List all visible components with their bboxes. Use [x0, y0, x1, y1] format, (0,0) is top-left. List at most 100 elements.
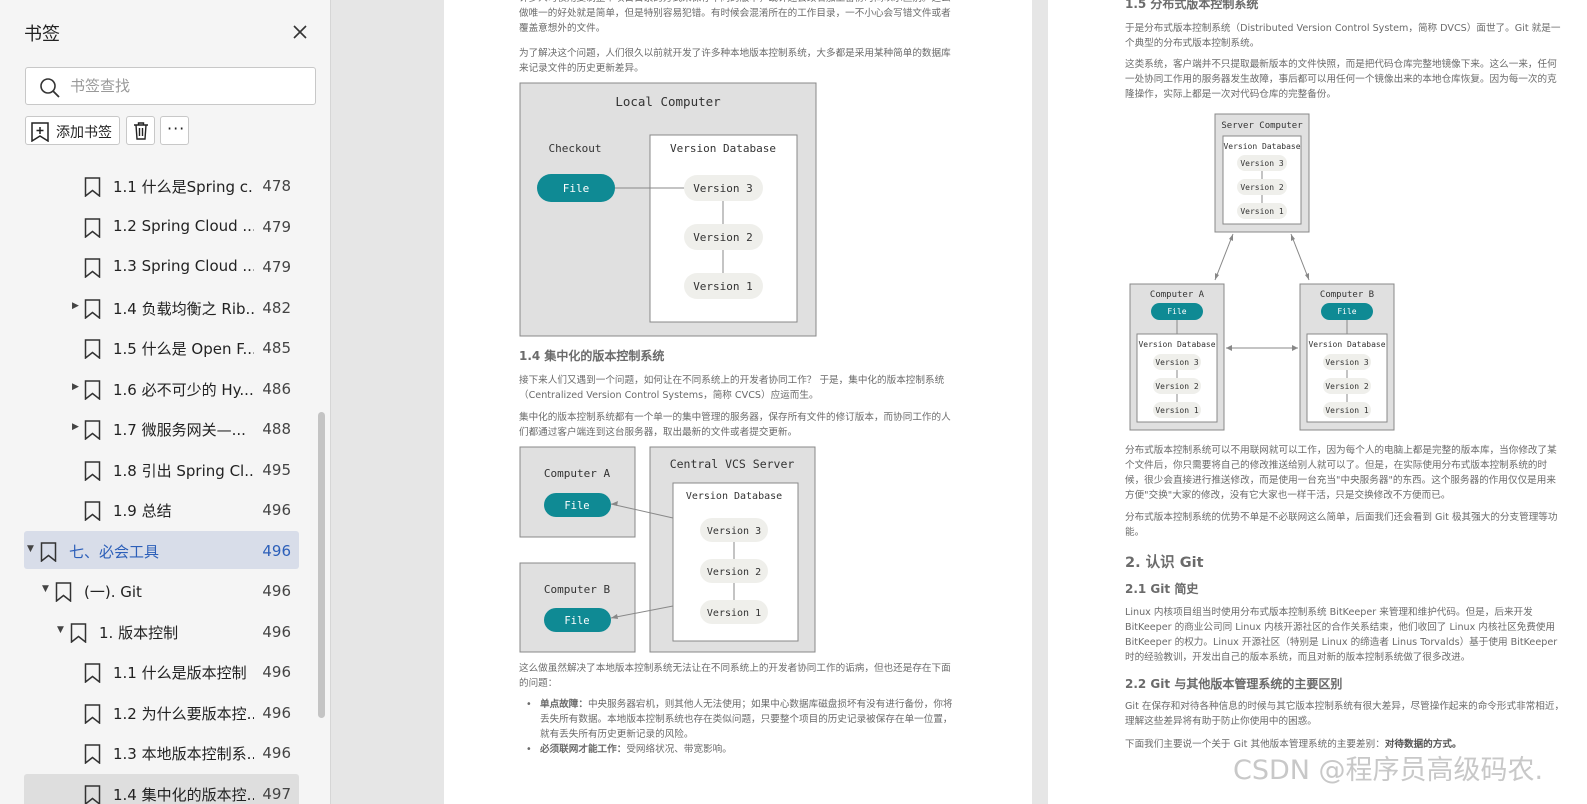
bookmark-item[interactable]: 1.2 为什么要版本控... 496: [24, 693, 299, 731]
server-label: Central VCS Server: [670, 457, 795, 471]
bookmark-icon: [55, 582, 72, 602]
server-label: Server Computer: [1221, 121, 1303, 131]
bookmark-icon: [84, 663, 101, 683]
bookmark-icon: [40, 542, 57, 562]
bookmark-label: (一). Git: [84, 583, 142, 601]
bookmark-page-number: 482: [262, 299, 291, 317]
svg-text:Version Database: Version Database: [1308, 340, 1385, 349]
bookmark-icon: [84, 218, 101, 238]
svg-text:File: File: [1337, 307, 1356, 316]
add-bookmark-label: 添加书签: [56, 125, 112, 141]
bookmark-item[interactable]: ▶ 1.6 必不可少的 Hy... 486: [24, 369, 299, 407]
bullet-item: • 单点故障：中央服务器宕机，则其他人无法使用；如果中心数据库磁盘损坏有没有进行…: [526, 699, 953, 740]
bookmark-label: 七、必会工具: [69, 543, 160, 561]
bookmark-label: 1.1 什么是Spring c...: [113, 178, 254, 196]
svg-text:Version 2: Version 2: [693, 231, 753, 244]
paragraph: 许多人习惯用复制整个项目目录的方式来保存不同的版本，或许还会改名加上备份时间以示…: [519, 0, 951, 34]
bookmark-sidebar: 书签 添加书签 ··· 1.1 什么是Spring c... 478 1.2 Spr…: [0, 0, 331, 804]
bookmark-label: 1.7 微服务网关—...: [113, 421, 246, 439]
computer-b-label: Computer B: [1320, 290, 1374, 300]
section-heading: 2.1 Git 简史: [1125, 582, 1199, 596]
bookmark-item[interactable]: ▼ 七、必会工具 496: [24, 531, 299, 569]
expand-arrow-icon[interactable]: ▶: [72, 301, 79, 311]
bookmark-item[interactable]: 1.3 本地版本控制系... 496: [24, 733, 299, 771]
bookmark-label: 1.9 总结: [113, 502, 172, 520]
delete-bookmark-button[interactable]: [126, 116, 155, 145]
bookmark-item[interactable]: ▶ 1.7 微服务网关—... 488: [24, 409, 299, 447]
bookmark-item[interactable]: 1.9 总结 496: [24, 490, 299, 528]
bookmark-item[interactable]: ▼ 1. 版本控制 496: [24, 612, 299, 650]
svg-text:Version Database: Version Database: [1138, 340, 1215, 349]
paragraph: 这么做虽然解决了本地版本控制系统无法让在不同系统上的开发者协同工作的诟病，但也还…: [519, 663, 951, 689]
bookmark-icon: [84, 704, 101, 724]
bookmark-label: 1.4 集中化的版本控...: [113, 786, 254, 804]
bookmark-item[interactable]: 1.3 Spring Cloud ... 479: [24, 247, 299, 285]
bookmark-item[interactable]: ▶ 1.4 负载均衡之 Rib... 482: [24, 288, 299, 326]
svg-text:Version 3: Version 3: [1155, 358, 1199, 367]
bookmark-page-number: 478: [262, 177, 291, 195]
computer-b-label: Computer B: [544, 583, 611, 596]
paragraph: 这类系统，客户端并不只提取最新版本的文件快照，而是把代码仓库完整地镜像下来。这么…: [1125, 59, 1557, 100]
paragraph: 分布式版本控制系统的优势不单是不必联网这么简单，后面我们还会看到 Git 极其强…: [1125, 512, 1558, 538]
collapse-arrow-icon[interactable]: ▼: [57, 625, 64, 635]
bookmark-page-number: 496: [262, 704, 291, 722]
checkout-label: Checkout: [549, 142, 602, 155]
bookmark-item[interactable]: 1.5 什么是 Open F... 485: [24, 328, 299, 366]
db-title: Version Database: [670, 142, 776, 155]
bookmark-icon: [84, 785, 101, 804]
document-page-right: 1.5 分布式版本控制系统 于是分布式版本控制系统（Distributed Ve…: [1048, 0, 1587, 804]
computer-a-label: Computer A: [544, 467, 611, 480]
bookmark-icon: [84, 299, 101, 319]
bookmark-page-number: 479: [262, 258, 291, 276]
bookmark-item[interactable]: 1.2 Spring Cloud ... 479: [24, 207, 299, 245]
bookmark-icon: [70, 623, 87, 643]
bookmark-label: 1.5 什么是 Open F...: [113, 340, 254, 358]
svg-text:File: File: [563, 182, 590, 195]
svg-text:Version 1: Version 1: [707, 608, 761, 619]
bookmark-icon: [84, 461, 101, 481]
bookmark-label: 1.3 本地版本控制系...: [113, 745, 254, 763]
sidebar-title: 书签: [24, 24, 60, 45]
sidebar-scrollbar[interactable]: [318, 412, 325, 718]
bookmark-page-number: 488: [262, 420, 291, 438]
svg-text:Version 1: Version 1: [1325, 406, 1369, 415]
bookmark-page-number: 496: [262, 623, 291, 641]
svg-text:Version 3: Version 3: [1325, 358, 1369, 367]
add-bookmark-icon: [31, 122, 49, 142]
bookmark-item[interactable]: 1.4 集中化的版本控... 497: [24, 774, 299, 804]
bookmark-page-number: 486: [262, 380, 291, 398]
bookmark-search[interactable]: [25, 67, 316, 105]
bookmark-item[interactable]: 1.8 引出 Spring Cl... 495: [24, 450, 299, 488]
search-icon: [40, 78, 60, 98]
close-icon[interactable]: [290, 22, 310, 42]
svg-text:Version 1: Version 1: [1155, 406, 1199, 415]
expand-arrow-icon[interactable]: ▶: [72, 382, 79, 392]
bookmark-page-number: 496: [262, 542, 291, 560]
bookmark-page-number: 497: [262, 785, 291, 803]
add-bookmark-button[interactable]: 添加书签: [25, 116, 120, 145]
collapse-arrow-icon[interactable]: ▼: [42, 584, 49, 594]
svg-text:Version 1: Version 1: [1240, 207, 1284, 216]
bookmark-icon: [84, 501, 101, 521]
bookmark-label: 1.2 Spring Cloud ...: [113, 217, 254, 235]
bookmark-icon: [84, 744, 101, 764]
collapse-arrow-icon[interactable]: ▼: [27, 544, 34, 554]
expand-arrow-icon[interactable]: ▶: [72, 422, 79, 432]
bookmark-item[interactable]: 1.1 什么是Spring c... 478: [24, 166, 299, 204]
bookmark-label: 1.1 什么是版本控制: [113, 664, 247, 682]
paragraph: 集中化的版本控制系统都有一个单一的集中管理的服务器，保存所有文件的修订版本，而协…: [519, 412, 951, 438]
svg-text:Version 1: Version 1: [693, 280, 753, 293]
bookmark-icon: [84, 177, 101, 197]
bookmark-page-number: 496: [262, 744, 291, 762]
bookmark-label: 1.3 Spring Cloud ...: [113, 257, 254, 275]
bookmark-item[interactable]: ▼ (一). Git 496: [24, 571, 299, 609]
centralized-vcs-diagram: Computer A File Computer B File Central …: [519, 446, 816, 653]
bookmark-item[interactable]: 1.1 什么是版本控制 496: [24, 652, 299, 690]
svg-text:Version 2: Version 2: [707, 567, 761, 578]
chapter-heading: 2. 认识 Git: [1125, 555, 1204, 571]
bookmark-label: 1. 版本控制: [99, 624, 179, 642]
more-options-button[interactable]: ···: [160, 116, 189, 145]
search-input[interactable]: [70, 74, 305, 98]
svg-text:Version 2: Version 2: [1240, 183, 1284, 192]
diagram-title: Local Computer: [615, 94, 721, 109]
